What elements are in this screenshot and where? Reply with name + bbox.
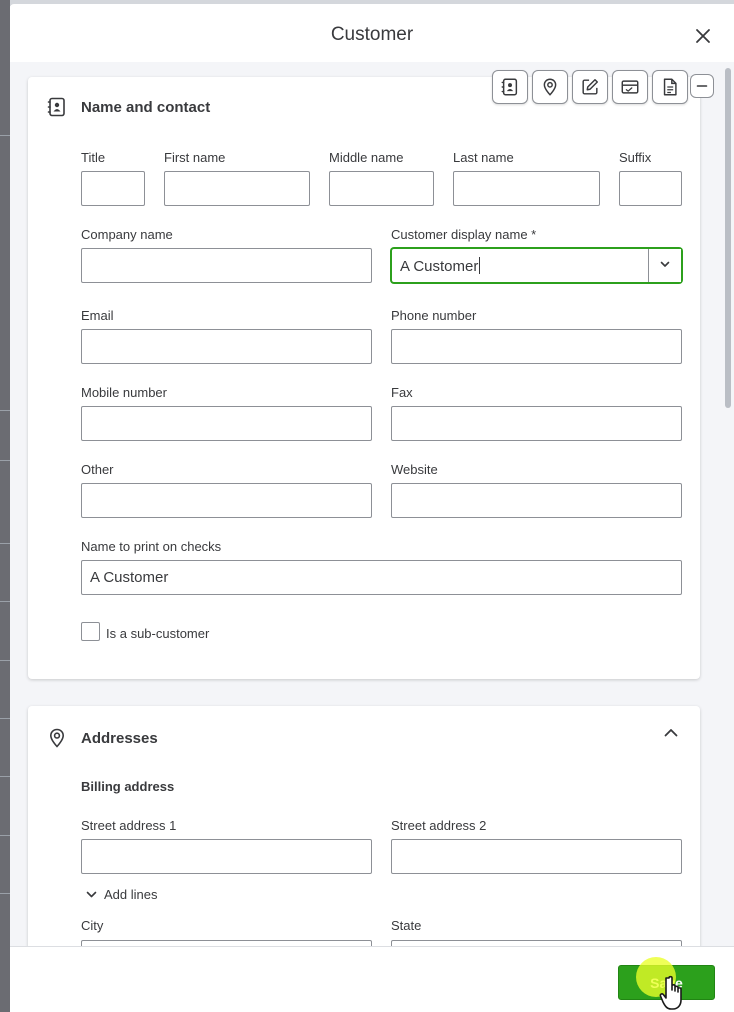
title-label: Title: [81, 150, 106, 165]
mobile-label: Mobile number: [81, 385, 167, 400]
addresses-title: Addresses: [81, 729, 158, 747]
contact-card-icon: [501, 78, 518, 96]
edit-note-icon: [582, 79, 598, 95]
suffix-label: Suffix: [619, 150, 652, 165]
street1-input[interactable]: [81, 839, 372, 874]
close-button[interactable]: [692, 25, 714, 47]
close-icon: [696, 29, 710, 43]
display-name-label: Customer display name *: [391, 227, 537, 242]
contact-card-icon: [47, 97, 65, 117]
name-contact-header: Name and contact: [46, 95, 210, 119]
mobile-input[interactable]: [81, 406, 372, 441]
jump-payments-button[interactable]: [612, 70, 648, 104]
street2-input[interactable]: [391, 839, 682, 874]
location-pin-icon: [543, 78, 557, 96]
last-name-input[interactable]: [453, 171, 600, 206]
email-input[interactable]: [81, 329, 372, 364]
background-divider: [0, 543, 10, 544]
minimize-icon: [696, 85, 708, 87]
background-divider: [0, 835, 10, 836]
last-name-label: Last name: [453, 150, 514, 165]
website-input[interactable]: [391, 483, 682, 518]
customer-dialog: Customer Name and contact Title First na…: [10, 4, 734, 1012]
jump-notes-button[interactable]: [572, 70, 608, 104]
sub-customer-checkbox[interactable]: [81, 622, 100, 641]
phone-label: Phone number: [391, 308, 477, 323]
dialog-scroll-area[interactable]: Name and contact Title First name Middle…: [10, 62, 722, 946]
background-divider: [0, 718, 10, 719]
minimize-toolbar-button[interactable]: [690, 74, 714, 98]
chevron-down-icon: [660, 261, 670, 267]
dialog-title: Customer: [330, 24, 414, 45]
hand-cursor-icon: [659, 975, 682, 1010]
middle-name-input[interactable]: [329, 171, 434, 206]
display-name-dropdown-button[interactable]: [648, 249, 681, 282]
name-contact-section: Name and contact Title First name Middle…: [28, 77, 700, 679]
website-label: Website: [391, 462, 438, 477]
street1-label: Street address 1: [81, 818, 177, 833]
scrollbar-thumb[interactable]: [725, 68, 731, 408]
street2-label: Street address 2: [391, 818, 487, 833]
payment-card-icon: [621, 80, 639, 94]
add-lines-link[interactable]: Add lines: [85, 887, 157, 902]
background-divider: [0, 410, 10, 411]
addresses-section: Addresses Billing address Street address…: [28, 706, 700, 946]
background-divider: [0, 893, 10, 894]
company-name-label: Company name: [81, 227, 173, 242]
chevron-down-icon: [86, 891, 97, 898]
sub-customer-label: Is a sub-customer: [106, 626, 210, 641]
city-label: City: [81, 918, 104, 933]
background-divider: [0, 601, 10, 602]
background-divider: [0, 660, 10, 661]
background-divider: [0, 460, 10, 461]
middle-name-label: Middle name: [329, 150, 404, 165]
phone-input[interactable]: [391, 329, 682, 364]
email-label: Email: [81, 308, 114, 323]
dialog-footer: Save: [10, 946, 734, 1012]
addresses-header[interactable]: Addresses: [46, 726, 158, 750]
fax-input[interactable]: [391, 406, 682, 441]
background-divider: [0, 776, 10, 777]
billing-address-heading: Billing address: [81, 779, 175, 794]
title-input[interactable]: [81, 171, 145, 206]
print-name-label: Name to print on checks: [81, 539, 222, 554]
jump-attachments-button[interactable]: [652, 70, 688, 104]
state-label: State: [391, 918, 422, 933]
first-name-input[interactable]: [164, 171, 310, 206]
text-caret: [479, 257, 481, 274]
display-name-value[interactable]: A Customer: [400, 257, 481, 275]
document-icon: [663, 78, 677, 96]
add-lines-label: Add lines: [104, 887, 158, 902]
first-name-label: First name: [164, 150, 226, 165]
suffix-input[interactable]: [619, 171, 682, 206]
company-name-input[interactable]: [81, 248, 372, 283]
background-divider: [0, 135, 10, 136]
other-label: Other: [81, 462, 114, 477]
dialog-scrollbar[interactable]: [722, 62, 734, 946]
jump-addresses-button[interactable]: [532, 70, 568, 104]
print-name-input[interactable]: [81, 560, 682, 595]
location-pin-icon: [49, 728, 65, 748]
chevron-up-icon[interactable]: [662, 724, 680, 742]
fax-label: Fax: [391, 385, 413, 400]
other-input[interactable]: [81, 483, 372, 518]
background-page: [0, 0, 10, 1012]
dialog-header: Customer: [10, 4, 734, 66]
section-jump-toolbar: [492, 70, 688, 104]
display-name-combobox[interactable]: A Customer: [391, 248, 682, 283]
name-contact-title: Name and contact: [81, 98, 211, 116]
jump-name-contact-button[interactable]: [492, 70, 528, 104]
